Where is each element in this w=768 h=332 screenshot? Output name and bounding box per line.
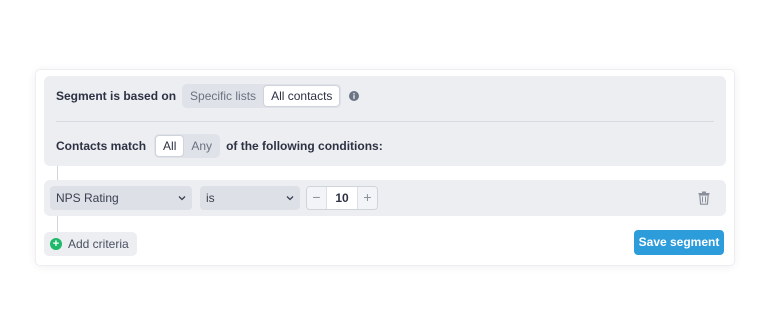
- connector-line: [57, 166, 58, 180]
- trash-icon[interactable]: [698, 191, 710, 205]
- match-mode-toggle: All Any: [154, 134, 221, 158]
- decrement-button[interactable]: −: [307, 187, 327, 209]
- operator-select[interactable]: is: [200, 186, 300, 210]
- all-contacts-option[interactable]: All contacts: [263, 85, 341, 107]
- segment-settings-panel: Segment is based on Specific lists All c…: [44, 76, 726, 166]
- plus-circle-icon: +: [50, 238, 62, 250]
- value-input[interactable]: 10: [327, 187, 357, 209]
- info-icon[interactable]: [349, 91, 360, 101]
- segment-builder-card: Segment is based on Specific lists All c…: [36, 70, 734, 265]
- add-criteria-button[interactable]: + Add criteria: [44, 232, 137, 256]
- add-criteria-label: Add criteria: [68, 237, 129, 251]
- divider: [56, 121, 714, 122]
- contacts-match-label: Contacts match: [56, 139, 147, 153]
- segment-basis-label: Segment is based on: [56, 89, 177, 103]
- match-any-option[interactable]: Any: [184, 135, 219, 157]
- segment-basis-row: Segment is based on Specific lists All c…: [56, 84, 360, 108]
- condition-row: NPS Rating is − 10 +: [44, 180, 726, 216]
- specific-lists-option[interactable]: Specific lists: [183, 85, 263, 107]
- chevron-down-icon: [286, 196, 294, 201]
- field-select[interactable]: NPS Rating: [50, 186, 192, 210]
- conditions-suffix-label: of the following conditions:: [226, 139, 383, 153]
- connector-line: [57, 216, 58, 232]
- contacts-match-row: Contacts match All Any of the following …: [56, 134, 383, 158]
- match-all-option[interactable]: All: [155, 135, 185, 157]
- segment-basis-toggle: Specific lists All contacts: [182, 84, 342, 108]
- chevron-down-icon: [178, 196, 186, 201]
- save-segment-button[interactable]: Save segment: [634, 230, 724, 255]
- value-stepper: − 10 +: [306, 186, 378, 210]
- field-select-value: NPS Rating: [56, 191, 119, 205]
- operator-select-value: is: [206, 191, 215, 205]
- increment-button[interactable]: +: [357, 187, 377, 209]
